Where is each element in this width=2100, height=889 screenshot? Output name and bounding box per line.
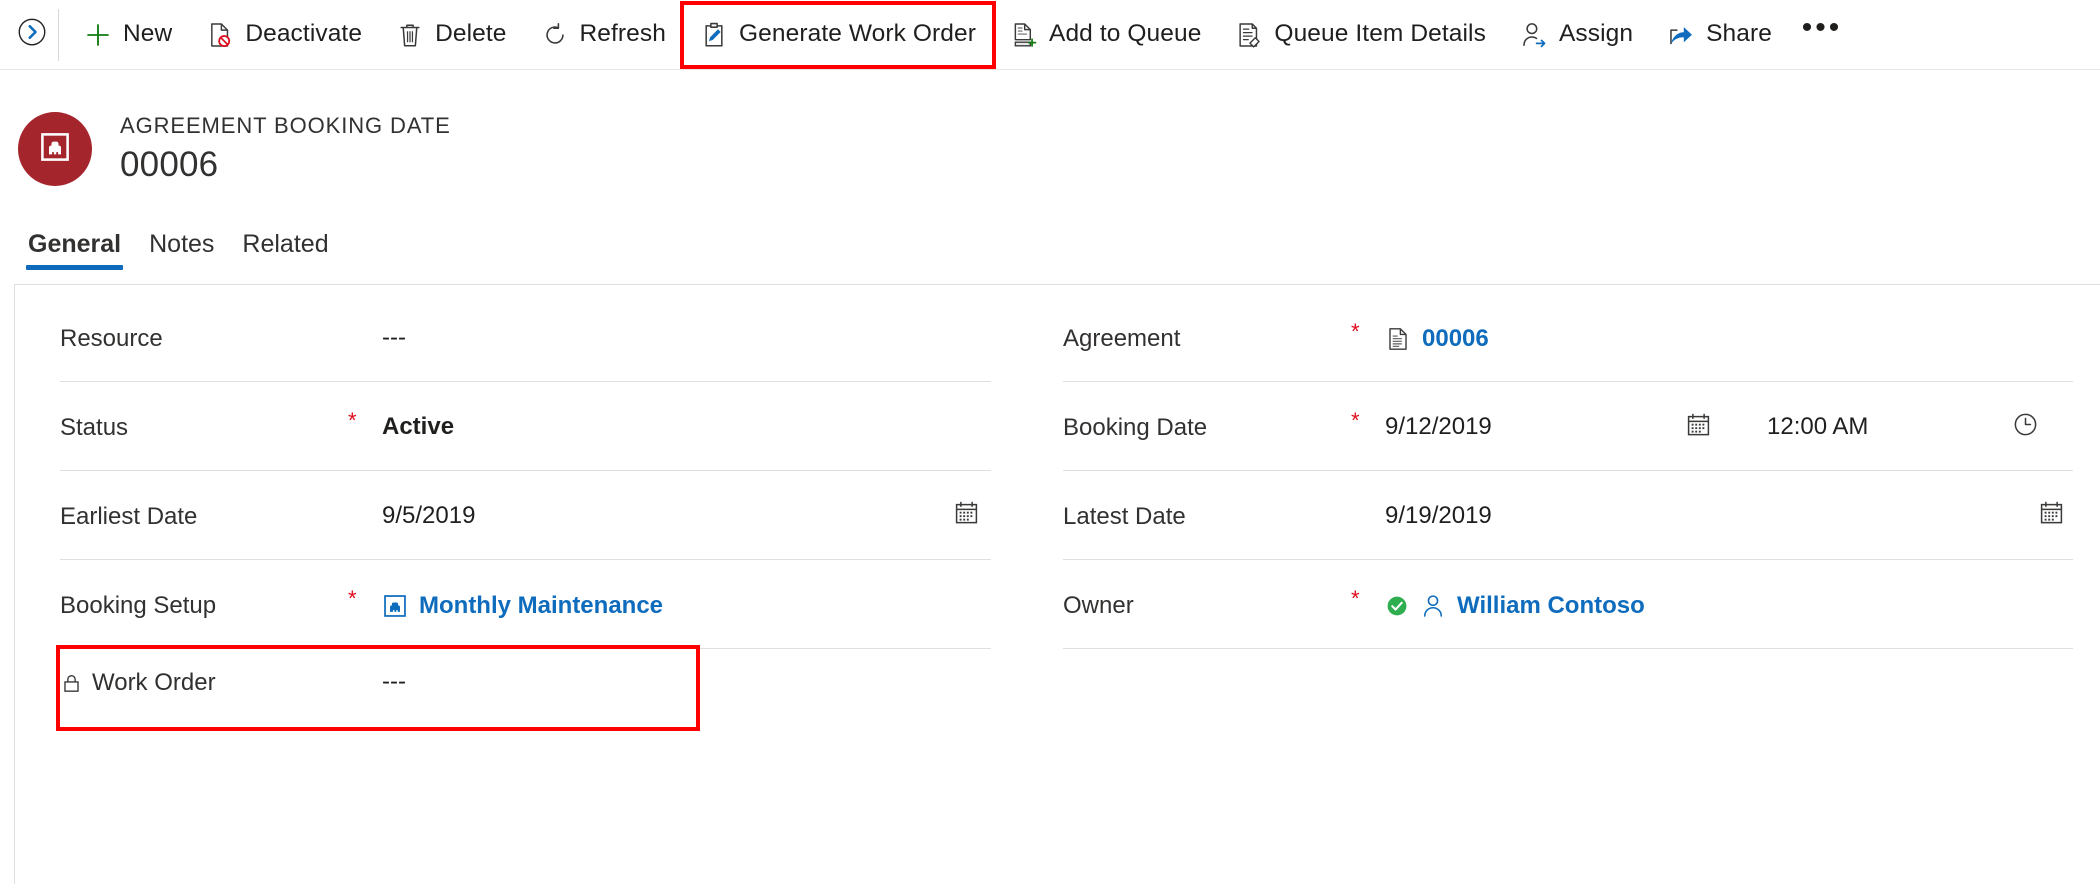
agreement-booking-date-icon <box>37 129 73 170</box>
deactivate-icon <box>206 21 234 49</box>
queue-details-icon <box>1235 21 1263 49</box>
field-owner-value: William Contoso <box>1385 560 2087 619</box>
plus-icon <box>84 21 112 49</box>
expand-navigation-button[interactable] <box>6 0 58 70</box>
toolbar-divider <box>58 8 59 61</box>
deactivate-button-label: Deactivate <box>245 20 363 48</box>
avatar <box>18 112 92 186</box>
more-commands-button[interactable]: ••• <box>1789 4 1855 66</box>
share-button[interactable]: Share <box>1650 4 1789 66</box>
page-title: 00006 <box>120 144 219 184</box>
field-status-label: Status <box>60 414 129 441</box>
field-booking-setup[interactable]: Booking Setup * Monthly Maintenance <box>60 560 1027 649</box>
field-resource-required-star <box>348 293 382 321</box>
record-header: AGREEMENT BOOKING DATE 00006 <box>0 70 2100 202</box>
field-work-order-required-star <box>348 649 382 677</box>
form-column-right: Agreement * 00006 Booking Date * 9/12/20… <box>1027 285 2087 884</box>
owner-link[interactable]: William Contoso <box>1457 594 1645 618</box>
field-work-order[interactable]: Work Order --- <box>56 645 700 731</box>
field-owner[interactable]: Owner * William Contoso <box>1063 560 2087 649</box>
field-booking-date[interactable]: Booking Date * 9/12/2019 12:00 AM <box>1063 382 2087 471</box>
field-agreement-label: Agreement <box>1063 325 1181 352</box>
field-booking-date-required-star: * <box>1351 408 1360 433</box>
assign-button[interactable]: Assign <box>1503 4 1650 66</box>
field-earliest-date-label: Earliest Date <box>60 503 198 530</box>
deactivate-button[interactable]: Deactivate <box>189 4 379 66</box>
field-booking-setup-value: Monthly Maintenance <box>382 560 1027 619</box>
refresh-icon <box>541 21 569 49</box>
field-resource[interactable]: Resource --- <box>60 293 1027 382</box>
trash-icon <box>396 21 424 49</box>
field-status-value: Active <box>382 413 455 440</box>
field-owner-required-star: * <box>1351 586 1360 611</box>
clock-icon[interactable] <box>2012 383 2039 438</box>
document-icon <box>1385 326 1411 352</box>
booking-setup-link[interactable]: Monthly Maintenance <box>419 594 663 618</box>
generate-work-order-button[interactable]: Generate Work Order <box>679 0 997 69</box>
refresh-button-label: Refresh <box>579 20 666 48</box>
assign-person-icon <box>1520 21 1548 49</box>
new-button-label: New <box>123 20 173 48</box>
record-entity-label: AGREEMENT BOOKING DATE <box>120 113 451 139</box>
calendar-icon[interactable] <box>2038 471 2065 526</box>
queue-item-details-label: Queue Item Details <box>1274 20 1486 48</box>
person-icon <box>1420 593 1446 619</box>
field-earliest-date-value: 9/5/2019 <box>382 502 476 529</box>
field-booking-time-value: 12:00 AM <box>1767 413 1869 440</box>
field-divider <box>1063 648 2073 649</box>
field-latest-date[interactable]: Latest Date 9/19/2019 <box>1063 471 2087 560</box>
command-bar: New Deactivate Delete Refresh Generate W… <box>0 0 2100 70</box>
add-to-queue-button[interactable]: Add to Queue <box>993 4 1218 66</box>
form-column-left: Resource --- Status * Active Earliest Da… <box>15 285 1027 884</box>
field-status-required-star: * <box>348 408 357 433</box>
field-booking-date-label: Booking Date <box>1063 414 1208 441</box>
generate-work-order-label: Generate Work Order <box>739 20 977 48</box>
field-work-order-label-text: Work Order <box>92 669 216 696</box>
calendar-icon[interactable] <box>953 471 980 526</box>
field-agreement-required-star: * <box>1351 319 1360 344</box>
add-to-queue-label: Add to Queue <box>1049 20 1202 48</box>
tab-general[interactable]: General <box>14 232 135 270</box>
field-earliest-date-required-star <box>348 471 382 499</box>
field-work-order-value: --- <box>382 668 406 695</box>
new-button[interactable]: New <box>67 4 189 66</box>
field-latest-date-value: 9/19/2019 <box>1385 502 1492 529</box>
queue-item-details-button[interactable]: Queue Item Details <box>1218 4 1503 66</box>
field-latest-date-required-star <box>1351 471 1385 499</box>
tab-notes[interactable]: Notes <box>135 232 228 270</box>
field-agreement-value: 00006 <box>1385 293 2087 352</box>
delete-button-label: Delete <box>435 20 507 48</box>
field-agreement[interactable]: Agreement * 00006 <box>1063 293 2087 382</box>
refresh-button[interactable]: Refresh <box>524 4 684 66</box>
share-button-label: Share <box>1706 20 1772 48</box>
field-resource-value: --- <box>382 324 406 351</box>
field-work-order-label: Work Order <box>60 649 348 695</box>
agreement-link[interactable]: 00006 <box>1422 327 1489 351</box>
delete-button[interactable]: Delete <box>379 4 523 66</box>
field-earliest-date[interactable]: Earliest Date 9/5/2019 <box>60 471 1027 560</box>
share-icon <box>1667 21 1695 49</box>
clipboard-pen-icon <box>700 21 728 49</box>
booking-setup-icon <box>382 593 408 619</box>
field-resource-label: Resource <box>60 325 163 352</box>
field-owner-label: Owner <box>1063 592 1134 619</box>
form-tabs: General Notes Related <box>0 208 2100 270</box>
chevron-right-circle-icon <box>17 17 47 52</box>
calendar-icon[interactable] <box>1685 383 1712 438</box>
field-latest-date-label: Latest Date <box>1063 503 1186 530</box>
tab-related[interactable]: Related <box>228 232 342 270</box>
add-to-queue-icon <box>1010 21 1038 49</box>
field-booking-setup-required-star: * <box>348 586 357 611</box>
assign-button-label: Assign <box>1558 20 1634 48</box>
field-status[interactable]: Status * Active <box>60 382 1027 471</box>
field-booking-setup-label: Booking Setup <box>60 592 217 619</box>
form-general-section: Resource --- Status * Active Earliest Da… <box>14 284 2100 884</box>
green-check-icon <box>1385 594 1409 618</box>
lock-icon <box>60 672 83 695</box>
field-booking-date-value: 9/12/2019 <box>1385 413 1492 440</box>
